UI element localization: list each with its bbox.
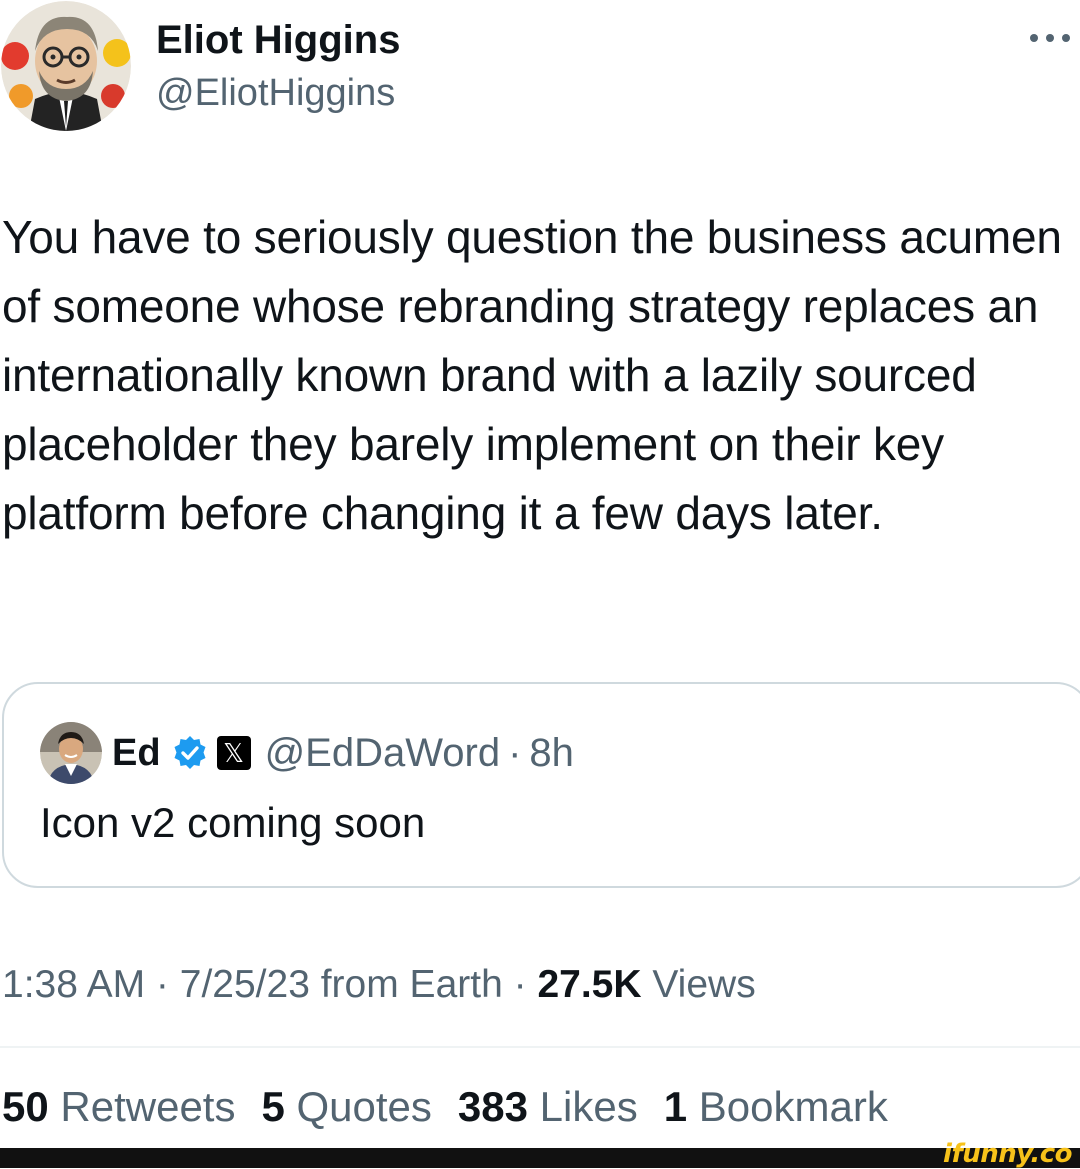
quotes-label: Quotes — [296, 1083, 432, 1130]
quotes-count: 5 — [261, 1083, 285, 1130]
x-logo-icon: 𝕏 — [216, 736, 251, 770]
quoted-tweet-text: Icon v2 coming soon — [40, 799, 426, 846]
likes-label: Likes — [539, 1083, 638, 1130]
quoted-tweet-card[interactable]: Ed 𝕏 @EdDaWord · 8h Icon v2 coming soon — [2, 682, 1080, 888]
tweet-date[interactable]: 7/25/23 — [180, 963, 310, 1006]
bookmarks-count: 1 — [663, 1083, 688, 1130]
tweet-time[interactable]: 1:38 AM — [2, 963, 145, 1006]
likes-count: 383 — [457, 1083, 528, 1130]
bookmarks-label: Bookmark — [698, 1083, 888, 1130]
tweet-text: You have to seriously question the busin… — [2, 211, 1062, 539]
author-name[interactable]: Eliot Higgins — [156, 16, 400, 64]
tweet-metadata: 1:38 AM · 7/25/23 from Earth · 27.5K Vie… — [2, 958, 756, 1012]
ifunny-watermark: ifunny.co — [943, 1139, 1072, 1169]
views-count: 27.5K — [537, 963, 642, 1006]
likes-stat[interactable]: 383 Likes — [458, 1080, 638, 1134]
retweets-label: Retweets — [60, 1083, 236, 1130]
verified-badge-icon — [171, 734, 209, 772]
watermark-bar — [0, 1148, 1080, 1168]
retweets-stat[interactable]: 50 Retweets — [2, 1080, 235, 1134]
author-handle[interactable]: @EliotHiggins — [156, 70, 395, 116]
views-label: Views — [641, 963, 756, 1006]
retweets-count: 50 — [2, 1083, 49, 1130]
more-horizontal-icon[interactable] — [1028, 28, 1072, 48]
quoted-author-handle[interactable]: @EdDaWord — [265, 731, 501, 776]
quoted-timestamp[interactable]: 8h — [529, 731, 574, 776]
quoted-separator: · — [508, 730, 522, 775]
divider — [0, 1046, 1080, 1048]
meta-separator: · — [145, 963, 180, 1006]
bookmarks-stat[interactable]: 1 Bookmark — [664, 1080, 888, 1134]
author-avatar[interactable] — [1, 1, 131, 131]
engagement-stats: 50 Retweets 5 Quotes 383 Likes 1 Bookmar… — [2, 1080, 914, 1134]
tweet-source: from Earth — [309, 963, 503, 1006]
quoted-author-avatar[interactable] — [40, 722, 102, 784]
quoted-tweet-header: Ed 𝕏 @EdDaWord · 8h — [112, 726, 574, 780]
meta-separator: · — [502, 963, 538, 1006]
quotes-stat[interactable]: 5 Quotes — [261, 1080, 431, 1134]
quoted-author-name[interactable]: Ed — [112, 732, 161, 775]
